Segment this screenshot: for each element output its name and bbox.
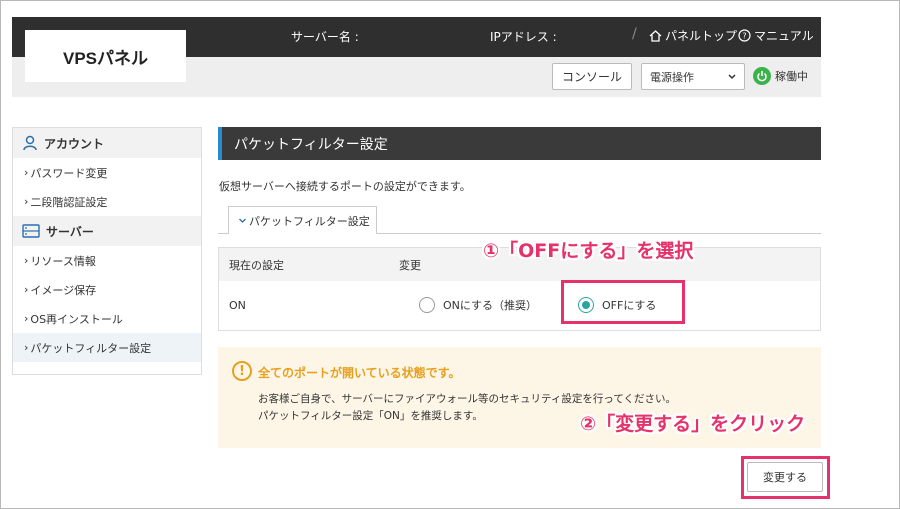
sidebar-heading-server: サーバー — [13, 216, 201, 246]
sidebar-item-packet-filter[interactable]: › パケットフィルター設定 — [13, 333, 201, 362]
sidebar-item-label: 二段階認証設定 — [30, 195, 108, 209]
user-icon — [23, 135, 37, 151]
sidebar-item-resource-info[interactable]: › リソース情報 — [13, 246, 201, 275]
sidebar-item-password-change[interactable]: › パスワード変更 — [13, 158, 201, 187]
radio-on-label: ONにする（推奨） — [443, 299, 537, 312]
console-button[interactable]: コンソール — [552, 63, 632, 90]
highlight-box-off-option — [561, 280, 685, 324]
annotation-step1: ①「OFFにする」を選択 — [483, 240, 694, 262]
power-operation-select[interactable]: 電源操作 — [641, 63, 745, 90]
sidebar-item-label: OS再インストール — [30, 312, 123, 326]
header-separator: / — [632, 26, 637, 42]
sidebar-item-label: パスワード変更 — [30, 166, 108, 180]
sidebar-item-label: イメージ保存 — [30, 283, 97, 297]
sidebar-item-os-reinstall[interactable]: › OS再インストール — [13, 304, 201, 333]
page-title: パケットフィルター設定 — [218, 127, 821, 160]
sidebar-item-label: パケットフィルター設定 — [30, 341, 152, 355]
radio-option-on[interactable]: ONにする（推奨） — [419, 297, 537, 313]
svg-text:?: ? — [742, 32, 746, 41]
sidebar: アカウント › パスワード変更 › 二段階認証設定 サーバー › リソース情報 … — [12, 127, 202, 375]
tab-packet-filter[interactable]: パケットフィルター設定 — [228, 206, 377, 234]
header-change: 変更 — [399, 258, 421, 272]
panel-top-label: パネルトップ — [665, 29, 738, 43]
warning-line-2: パケットフィルター設定「ON」を推奨します。 — [258, 410, 483, 422]
vps-panel-logo[interactable]: VPSパネル — [25, 30, 186, 82]
server-status: 稼働中 — [753, 67, 808, 85]
account-heading-label: アカウント — [44, 136, 105, 151]
warning-line-1: お客様ご自身で、サーバーにファイアウォール等のセキュリティ設定を行ってください。 — [258, 393, 677, 405]
server-heading-label: サーバー — [46, 224, 94, 239]
warning-title: 全てのポートが開いている状態です。 — [258, 366, 461, 380]
question-icon: ? — [738, 29, 751, 42]
server-icon — [22, 224, 40, 238]
status-text: 稼働中 — [775, 70, 808, 83]
server-name-label: サーバー名 : — [291, 30, 359, 44]
warning-icon: ! — [232, 361, 252, 381]
sidebar-item-label: リソース情報 — [30, 254, 96, 268]
panel-top-link[interactable]: パネルトップ — [649, 27, 737, 44]
chevron-right-icon: › — [24, 312, 29, 325]
sidebar-item-two-factor[interactable]: › 二段階認証設定 — [13, 187, 201, 216]
chevron-down-icon — [239, 218, 246, 223]
page-description: 仮想サーバーへ接続するポートの設定ができます。 — [219, 180, 471, 193]
sidebar-heading-account: アカウント — [13, 128, 201, 158]
highlight-box-change-button — [741, 456, 830, 499]
manual-link[interactable]: ? マニュアル — [738, 27, 814, 44]
sidebar-item-image-save[interactable]: › イメージ保存 — [13, 275, 201, 304]
chevron-down-icon — [728, 74, 736, 80]
power-select-value: 電源操作 — [650, 70, 694, 84]
chevron-right-icon: › — [24, 166, 29, 179]
ip-address-label: IPアドレス : — [490, 30, 557, 44]
annotation-step2: ②「変更する」をクリック — [580, 413, 806, 435]
chevron-right-icon: › — [24, 341, 29, 354]
header-current-setting: 現在の設定 — [229, 258, 284, 272]
manual-label: マニュアル — [754, 29, 814, 43]
tab-label: パケットフィルター設定 — [249, 214, 370, 228]
power-icon — [753, 67, 771, 85]
chevron-right-icon: › — [24, 283, 29, 296]
chevron-right-icon: › — [24, 254, 29, 267]
current-setting-value: ON — [229, 299, 246, 312]
radio-on-circle[interactable] — [419, 297, 435, 313]
home-icon — [649, 29, 662, 42]
chevron-right-icon: › — [24, 195, 29, 208]
